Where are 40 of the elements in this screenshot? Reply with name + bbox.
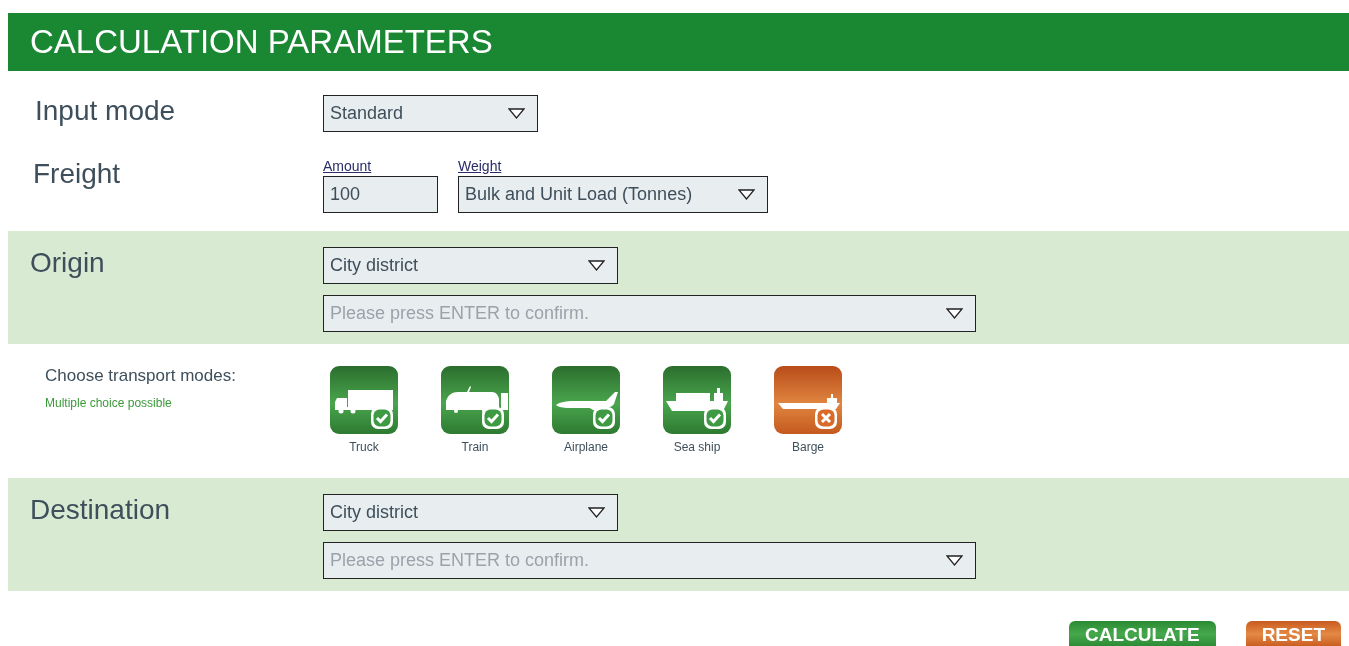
barge-icon bbox=[778, 394, 840, 409]
mode-label: Truck bbox=[349, 440, 379, 454]
caret-icon bbox=[946, 308, 963, 319]
checkmark-icon bbox=[592, 406, 616, 430]
train-icon bbox=[446, 386, 508, 413]
field-label: Origin bbox=[30, 247, 105, 278]
mode-label: Sea ship bbox=[673, 440, 721, 454]
airplane-icon bbox=[556, 392, 618, 410]
page-title: CALCULATION PARAMETERS bbox=[8, 13, 1349, 71]
transport-mode-toggle[interactable] bbox=[663, 366, 731, 434]
cross-icon bbox=[814, 406, 838, 430]
dropdown[interactable]: Bulk and Unit Load (Tonnes) bbox=[458, 176, 768, 213]
transport-mode-toggle[interactable] bbox=[330, 366, 398, 434]
caret-icon bbox=[508, 108, 525, 119]
ship-icon bbox=[666, 388, 728, 411]
dropdown[interactable]: Standard bbox=[323, 95, 538, 132]
field-label: Input mode bbox=[35, 95, 176, 126]
mode-label: Barge bbox=[792, 440, 824, 454]
caret-icon bbox=[946, 555, 963, 566]
caret-icon bbox=[738, 189, 755, 200]
checkmark-icon bbox=[370, 406, 394, 430]
transport-mode-toggle[interactable] bbox=[552, 366, 620, 434]
truck-icon bbox=[335, 390, 393, 414]
checkmark-icon bbox=[481, 406, 505, 430]
field-caption-link[interactable]: Amount bbox=[323, 158, 438, 174]
transport-mode-toggle[interactable] bbox=[774, 366, 842, 434]
amount-field[interactable]: 100 bbox=[323, 176, 438, 213]
mode-label: Train bbox=[461, 440, 489, 454]
dropdown[interactable]: City district bbox=[323, 247, 618, 284]
field-caption-link[interactable]: Weight bbox=[458, 158, 768, 174]
field-label: Destination bbox=[30, 494, 171, 525]
checkmark-icon bbox=[703, 406, 727, 430]
mode-label: Airplane bbox=[564, 440, 608, 454]
caret-icon bbox=[588, 260, 605, 271]
caret-icon bbox=[588, 507, 605, 518]
transport-mode-toggle[interactable] bbox=[441, 366, 509, 434]
dropdown[interactable]: City district bbox=[323, 494, 618, 531]
hint-text: Multiple choice possible bbox=[45, 396, 172, 410]
section-title: Choose transport modes: bbox=[45, 366, 236, 386]
field-label: Freight bbox=[33, 158, 121, 189]
